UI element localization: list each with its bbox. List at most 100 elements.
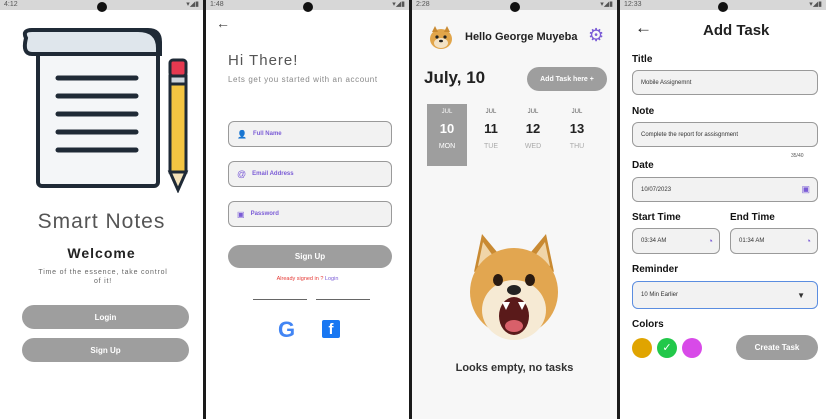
password-icon: ▣ (237, 209, 245, 219)
signup-submit-button[interactable]: Sign Up (228, 245, 392, 268)
status-bar: 1:48 ▾◢▮ (206, 0, 409, 12)
divider-line-left (253, 299, 307, 300)
battery-icon: ▾◢▮ (392, 1, 405, 8)
battery-icon: ▾◢▮ (809, 1, 822, 8)
password-field[interactable]: ▣ Password (228, 201, 392, 227)
start-time-label: Start Time (632, 212, 681, 223)
date-weekday: TUE (484, 143, 498, 150)
date-month: JUL (571, 109, 583, 115)
create-task-button[interactable]: Create Task (736, 335, 818, 360)
title-input-value: Mobile Assignemnt (641, 79, 692, 86)
date-input[interactable]: 10/07/2023 ▣ (632, 177, 818, 202)
clock-icon[interactable]: ◔ (708, 236, 713, 246)
reminder-value: 10 Min Earlier (641, 292, 679, 298)
add-person-icon: 👤 (237, 129, 247, 139)
empty-state-dog-image (470, 234, 558, 340)
camera-notch (96, 2, 107, 12)
greeting: Hello George Muyeba (465, 31, 578, 43)
date-month: JUL (527, 109, 539, 115)
settings-gear-icon[interactable]: ⚙ (588, 25, 604, 46)
add-task-screen: 12:33 ▾◢▮ ← Add Task Title Mobile Assign… (620, 0, 826, 419)
chevron-down-icon[interactable]: ▼ (797, 291, 805, 300)
note-input[interactable]: Complete the report for assisgnment (632, 122, 818, 147)
date-label: Date (632, 160, 654, 171)
screenshot-strip: 4:12 ▾◢▮ Smart Notes Welcome Time of the… (0, 0, 826, 419)
facebook-glyph: f (328, 321, 334, 338)
end-time-label: End Time (730, 212, 775, 223)
color-swatch[interactable] (682, 338, 702, 358)
status-bar: 2:28 ▾◢▮ (412, 0, 617, 12)
check-icon: ✓ (662, 342, 672, 354)
add-task-button[interactable]: Add Task here + (527, 67, 607, 91)
signup-button[interactable]: Sign Up (22, 338, 189, 362)
back-arrow-icon[interactable]: ← (635, 18, 652, 38)
pencil-icon (167, 58, 189, 193)
facebook-icon[interactable]: f (322, 320, 340, 338)
date-item[interactable]: JUL 12 WED (513, 104, 553, 166)
date-heading: July, 10 (424, 68, 486, 87)
full-name-placeholder: Full Name (252, 131, 282, 137)
status-time: 4:12 (4, 1, 18, 8)
date-weekday: THU (569, 143, 585, 150)
email-field[interactable]: @ Email Address (228, 161, 392, 187)
tagline: Time of the essence, take control of it! (38, 269, 168, 285)
date-month: JUL (441, 109, 453, 115)
greeting: Hi There! (228, 52, 299, 69)
login-button[interactable]: Login (22, 305, 189, 329)
camera-notch (302, 2, 313, 12)
date-weekday: MON (438, 143, 456, 150)
color-swatch-selected[interactable]: ✓ (657, 338, 677, 358)
status-time: 1:48 (210, 1, 224, 8)
already-signed-text: Already signed in ? (276, 276, 325, 282)
date-item[interactable]: JUL 10 MON (427, 104, 467, 166)
welcome-heading: Welcome (67, 245, 136, 261)
start-time-value: 03:34 AM (641, 238, 667, 244)
reminder-label: Reminder (632, 264, 679, 275)
note-char-counter: 35/40 (791, 153, 804, 159)
calendar-icon[interactable]: ▣ (801, 184, 810, 195)
date-input-value: 10/07/2023 (641, 186, 672, 193)
subtitle: Lets get you started with an account (228, 75, 378, 84)
date-day: 12 (525, 121, 541, 136)
end-time-value: 01:34 AM (739, 238, 765, 244)
full-name-field[interactable]: 👤 Full Name (228, 121, 392, 147)
home-screen: 2:28 ▾◢▮ Hello George Muyeba ⚙ July, 10 … (412, 0, 617, 419)
date-day: 10 (439, 121, 455, 136)
title-label: Title (632, 54, 653, 65)
page-title: Add Task (703, 22, 770, 39)
divider-line-right (316, 299, 370, 300)
empty-state-message: Looks empty, no tasks (455, 362, 574, 374)
status-bar: 4:12 ▾◢▮ (0, 0, 203, 12)
google-icon[interactable]: G (278, 317, 295, 343)
notepad-illustration (22, 28, 189, 193)
clock-icon[interactable]: ◔ (806, 236, 811, 246)
camera-notch (509, 2, 520, 12)
colors-label: Colors (632, 319, 664, 330)
status-bar: 12:33 ▾◢▮ (620, 0, 826, 12)
at-sign-icon: @ (237, 169, 247, 179)
date-item[interactable]: JUL 13 THU (557, 104, 597, 166)
battery-icon: ▾◢▮ (600, 1, 613, 8)
avatar (430, 26, 452, 49)
end-time-input[interactable]: 01:34 AM ◔ (730, 228, 818, 254)
reminder-select[interactable]: 10 Min Earlier ▼ (632, 281, 818, 309)
camera-notch (718, 2, 728, 12)
title-input[interactable]: Mobile Assignemnt (632, 70, 818, 95)
note-label: Note (632, 106, 655, 117)
back-arrow-icon[interactable]: ← (216, 15, 230, 31)
status-time: 2:28 (416, 1, 430, 8)
note-input-value: Complete the report for assisgnment (641, 131, 739, 138)
signup-screen: 1:48 ▾◢▮ ← Hi There! Lets get you starte… (206, 0, 409, 419)
date-day: 11 (484, 121, 498, 136)
login-link[interactable]: Login (325, 276, 338, 282)
status-time: 12:33 (624, 1, 642, 8)
date-month: JUL (485, 109, 497, 115)
date-picker: JUL 10 MON JUL 11 TUE JUL 12 WED JUL 13 … (427, 104, 607, 166)
app-name: Smart Notes (37, 210, 166, 233)
start-time-input[interactable]: 03:34 AM ◔ (632, 228, 720, 254)
color-swatch[interactable] (632, 338, 652, 358)
welcome-screen: 4:12 ▾◢▮ Smart Notes Welcome Time of the… (0, 0, 203, 419)
date-item[interactable]: JUL 11 TUE (471, 104, 511, 166)
date-weekday: WED (524, 143, 542, 150)
already-signed-row: Already signed in ? Login (206, 276, 409, 282)
